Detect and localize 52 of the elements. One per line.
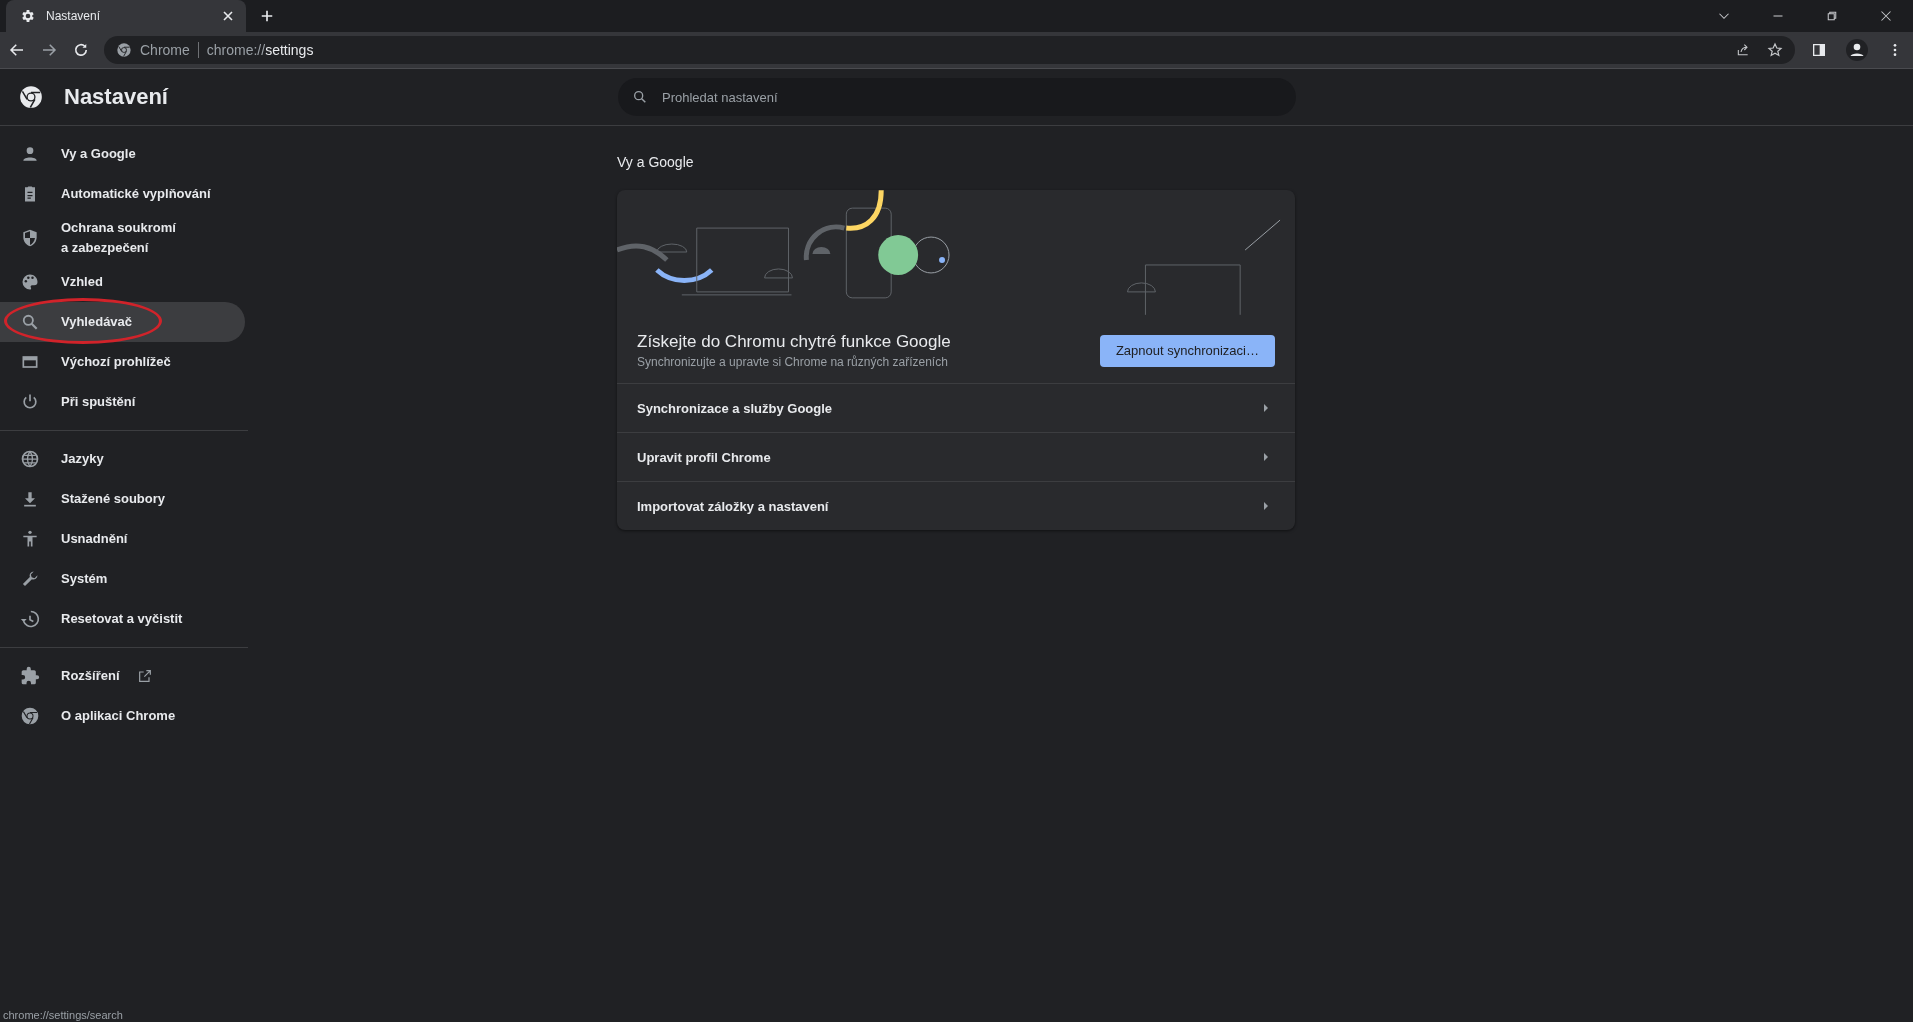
wrench-icon (20, 569, 40, 589)
history-icon (20, 609, 40, 629)
sidebar-item[interactable]: Automatické vyplňování (0, 174, 245, 214)
sidebar-item[interactable]: Vzhled (0, 262, 245, 302)
page-title: Nastavení (64, 84, 168, 110)
caret-right-icon (1261, 403, 1271, 413)
tab-title: Nastavení (46, 9, 102, 23)
back-arrow-icon[interactable] (8, 41, 26, 59)
settings-row[interactable]: Synchronizace a služby Google (617, 384, 1295, 433)
section-title: Vy a Google (617, 154, 695, 170)
sidebar-item[interactable]: Systém (0, 559, 245, 599)
status-bar-url: chrome://settings/search (0, 1008, 126, 1022)
address-bar[interactable]: Chrome chrome://settings (104, 36, 1795, 64)
browser-tab[interactable]: Nastavení (6, 0, 246, 32)
side-panel-icon[interactable] (1811, 42, 1827, 58)
sidebar-item[interactable]: Rozšíření (0, 656, 245, 696)
site-label: Chrome (140, 42, 190, 58)
search-field[interactable]: Prohledat nastavení (618, 78, 1296, 116)
sidebar-item[interactable]: O aplikaci Chrome (0, 696, 245, 736)
shield-icon (20, 228, 40, 248)
caret-right-icon (1261, 501, 1271, 511)
sidebar-item[interactable]: Jazyky (0, 439, 245, 479)
search-icon (20, 312, 40, 332)
settings-row[interactable]: Importovat záložky a nastavení (617, 482, 1295, 530)
promo-subtitle: Synchronizujte a upravte si Chrome na různých zařízeních (637, 355, 949, 369)
sidebar-item[interactable]: Ochrana soukromí a zabezpečení (0, 214, 245, 262)
url-text: chrome://settings (206, 42, 314, 58)
sidebar-item[interactable]: Při spuštění (0, 382, 245, 422)
chrome-logo-icon (20, 706, 40, 726)
share-icon[interactable] (1735, 42, 1751, 58)
palette-icon (20, 272, 40, 292)
sidebar-item[interactable]: Vy a Google (0, 134, 245, 174)
accessibility-icon (20, 529, 40, 549)
chrome-logo-icon (18, 84, 44, 110)
sidebar-item[interactable]: Stažené soubory (0, 479, 245, 519)
sync-button[interactable]: Zapnout synchronizaci… (1099, 334, 1275, 367)
sidebar-item[interactable]: Usnadnění (0, 519, 245, 559)
search-icon (632, 89, 648, 105)
star-icon[interactable] (1767, 42, 1783, 58)
person-icon (20, 144, 40, 164)
sidebar-item[interactable]: Resetovat a vyčistit (0, 599, 245, 639)
sidebar-item[interactable]: Výchozí prohlížeč (0, 342, 245, 382)
caret-right-icon (1261, 452, 1271, 462)
puzzle-icon (20, 666, 40, 686)
profile-icon[interactable] (1845, 38, 1869, 62)
chrome-logo-icon (116, 42, 132, 58)
gear-icon (20, 8, 36, 24)
globe-icon (20, 449, 40, 469)
promo-title: Získejte do Chromu chytré funkce Google (637, 332, 952, 352)
reload-icon[interactable] (72, 41, 90, 59)
forward-arrow-icon[interactable] (40, 41, 58, 59)
settings-row[interactable]: Upravit profil Chrome (617, 433, 1295, 482)
